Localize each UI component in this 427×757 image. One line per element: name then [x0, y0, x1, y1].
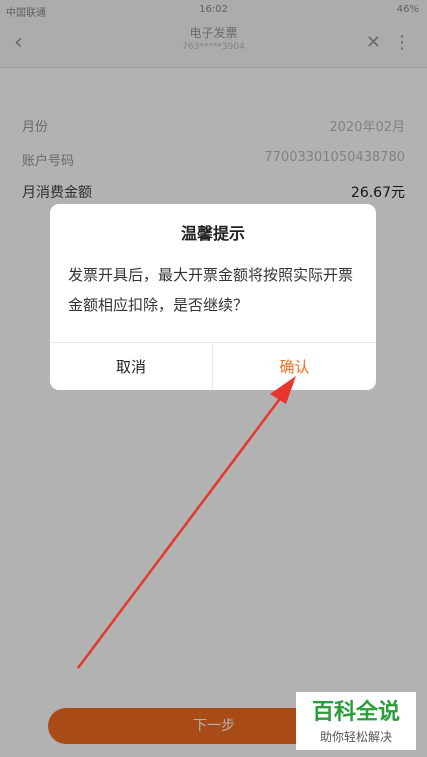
watermark-logo: 百科全说 助你轻松解决: [296, 692, 416, 750]
arrow-head: [270, 376, 296, 404]
watermark-title: 百科全说: [311, 700, 400, 725]
arrow-shaft: [77, 387, 289, 669]
watermark-subtitle: 助你轻松解决: [319, 730, 392, 744]
annotation-arrow-icon: [77, 376, 296, 669]
